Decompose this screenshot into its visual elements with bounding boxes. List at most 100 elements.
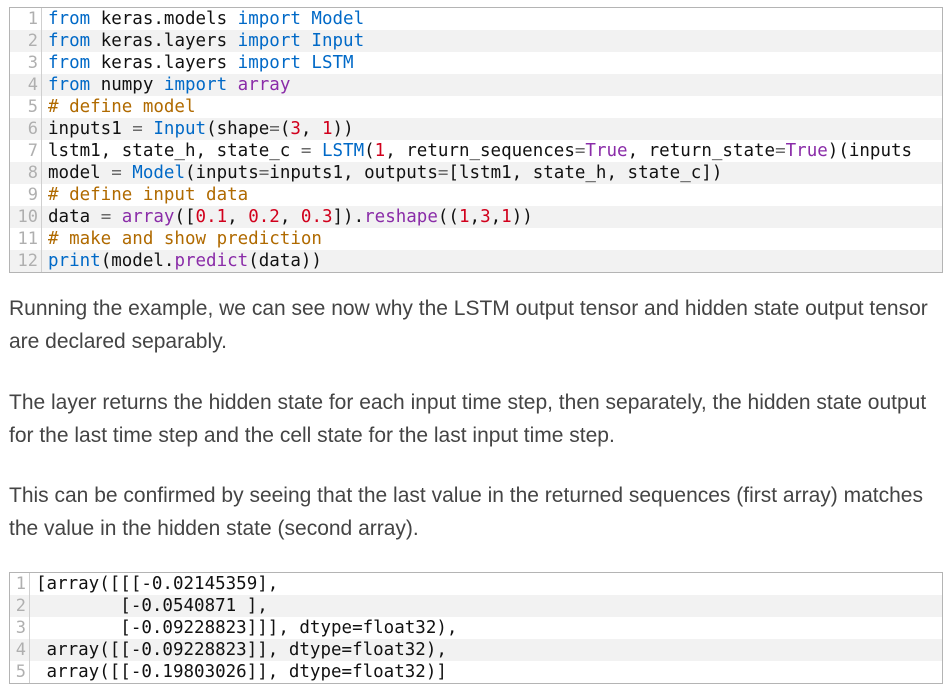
paragraph-confirmation: This can be confirmed by seeing that the… [9,484,923,540]
code-token: import [237,9,301,29]
code-token: [array([[[-0.02145359], [36,574,279,594]
code-token: [-0.09228823]]], dtype=float32), [36,618,458,638]
code-block-example[interactable]: 1 from keras.models import Model 2 from ker… [9,7,943,273]
code-token: (data)) [248,251,322,271]
code-line: 9 # define input data [10,184,942,206]
line-number: 11 [10,228,42,250]
line-number: 1 [10,8,42,30]
code-token: = [111,163,122,183]
code-token: # define input data [48,185,249,205]
line-number: 1 [10,573,30,595]
code-token: ( [279,119,291,139]
code-text: inputs1 = Input(shape=(3, 1)) [42,118,942,140]
code-line: 5 array([[-0.19803026]], dtype=float32)] [10,661,942,683]
code-token: )) [332,119,354,139]
code-token: Input [300,31,365,51]
code-token: (( [437,207,459,227]
code-text: print(model.predict(data)) [42,250,942,272]
code-token: numpy [90,75,164,95]
code-token: True [785,141,828,161]
code-token: = [100,207,112,227]
line-number: 9 [10,184,42,206]
code-token: (inputs [184,163,259,183]
code-line: 10 data = array([0.1, 0.2, 0.3]).reshape(… [10,206,942,228]
code-token: , [227,207,249,227]
code-token: from [48,53,91,73]
code-token: 1 [458,207,470,227]
code-token: , [490,207,502,227]
code-token: , [300,119,322,139]
code-text: # define input data [42,184,942,206]
code-text: array([[-0.19803026]], dtype=float32)] [30,661,942,683]
code-line: 1 [array([[[-0.02145359], [10,573,942,595]
code-line: 5 # define model [10,96,942,118]
code-line: 2 [-0.0540871 ], [10,595,942,617]
code-line: 7 lstm1, state_h, state_c = LSTM(1, retur… [10,140,942,162]
code-token: [-0.0540871 ], [36,596,268,616]
code-token: = [775,141,786,161]
line-number: 4 [10,74,42,96]
code-token: (model. [100,251,175,271]
code-line: 2 from keras.layers import Input [10,30,942,52]
code-token: ]). [332,207,365,227]
code-token: array([[-0.09228823]], dtype=float32), [36,640,447,660]
line-number: 4 [10,639,30,661]
code-text: model = Model(inputs=inputs1, outputs=[l… [42,162,942,184]
code-token: 0.3 [300,207,333,227]
line-number: 2 [10,30,42,52]
code-line: 6 inputs1 = Input(shape=(3, 1)) [10,118,942,140]
code-token: (shape [206,119,270,139]
line-number: 5 [10,661,30,683]
line-number: 12 [10,250,42,272]
code-token: from [48,9,91,29]
code-token: 3 [290,119,301,139]
code-token: )(inputs [827,141,913,161]
code-token: , [469,207,481,227]
code-token: inputs1 [48,119,133,139]
code-token: import [237,31,301,51]
code-token: LSTM [300,53,354,73]
code-token: import [237,53,301,73]
code-token: lstm1, state_h, state_c [48,141,301,161]
code-token: array([[-0.19803026]], dtype=float32)] [36,662,447,682]
code-token: = [300,141,312,161]
code-text: from keras.models import Model [42,8,942,30]
code-token: , return_sequences [385,141,575,161]
line-number: 3 [10,52,42,74]
code-token: print [48,251,101,271]
code-token: data [48,207,101,227]
code-token: = [269,119,280,139]
code-token: array [111,207,175,227]
code-token: array [227,75,291,95]
code-line: 8 model = Model(inputs=inputs1, outputs=[… [10,162,942,184]
line-number: 7 [10,140,42,162]
code-line: 12 print(model.predict(data)) [10,250,942,272]
code-token: Model [121,163,185,183]
code-text: [-0.09228823]]], dtype=float32), [30,617,942,639]
code-block-output[interactable]: 1 [array([[[-0.02145359], 2 [-0.0540871 ],… [9,572,943,684]
code-token: 1 [501,207,512,227]
code-token: True [585,141,628,161]
code-token: model [48,163,112,183]
code-text: data = array([0.1, 0.2, 0.3]).reshape((1… [42,206,942,228]
code-token: 3 [480,207,491,227]
code-text: # define model [42,96,942,118]
code-token: 1 [322,119,333,139]
line-number: 2 [10,595,30,617]
code-token: ( [364,141,375,161]
code-token: = [437,163,449,183]
paragraph-layer-returns: The layer returns the hidden state for e… [9,391,927,447]
code-line: 1 from keras.models import Model [10,8,942,30]
code-line: 4 from numpy import array [10,74,942,96]
code-text: [-0.0540871 ], [30,595,942,617]
code-line: 11 # make and show prediction [10,228,942,250]
code-text: from keras.layers import LSTM [42,52,942,74]
code-token: from [48,75,91,95]
code-token: reshape [364,207,438,227]
code-text: from numpy import array [42,74,942,96]
code-token: Input [142,119,207,139]
code-token: # make and show prediction [48,229,322,249]
code-text: # make and show prediction [42,228,942,250]
line-number: 6 [10,118,42,140]
code-token: Model [300,9,365,29]
